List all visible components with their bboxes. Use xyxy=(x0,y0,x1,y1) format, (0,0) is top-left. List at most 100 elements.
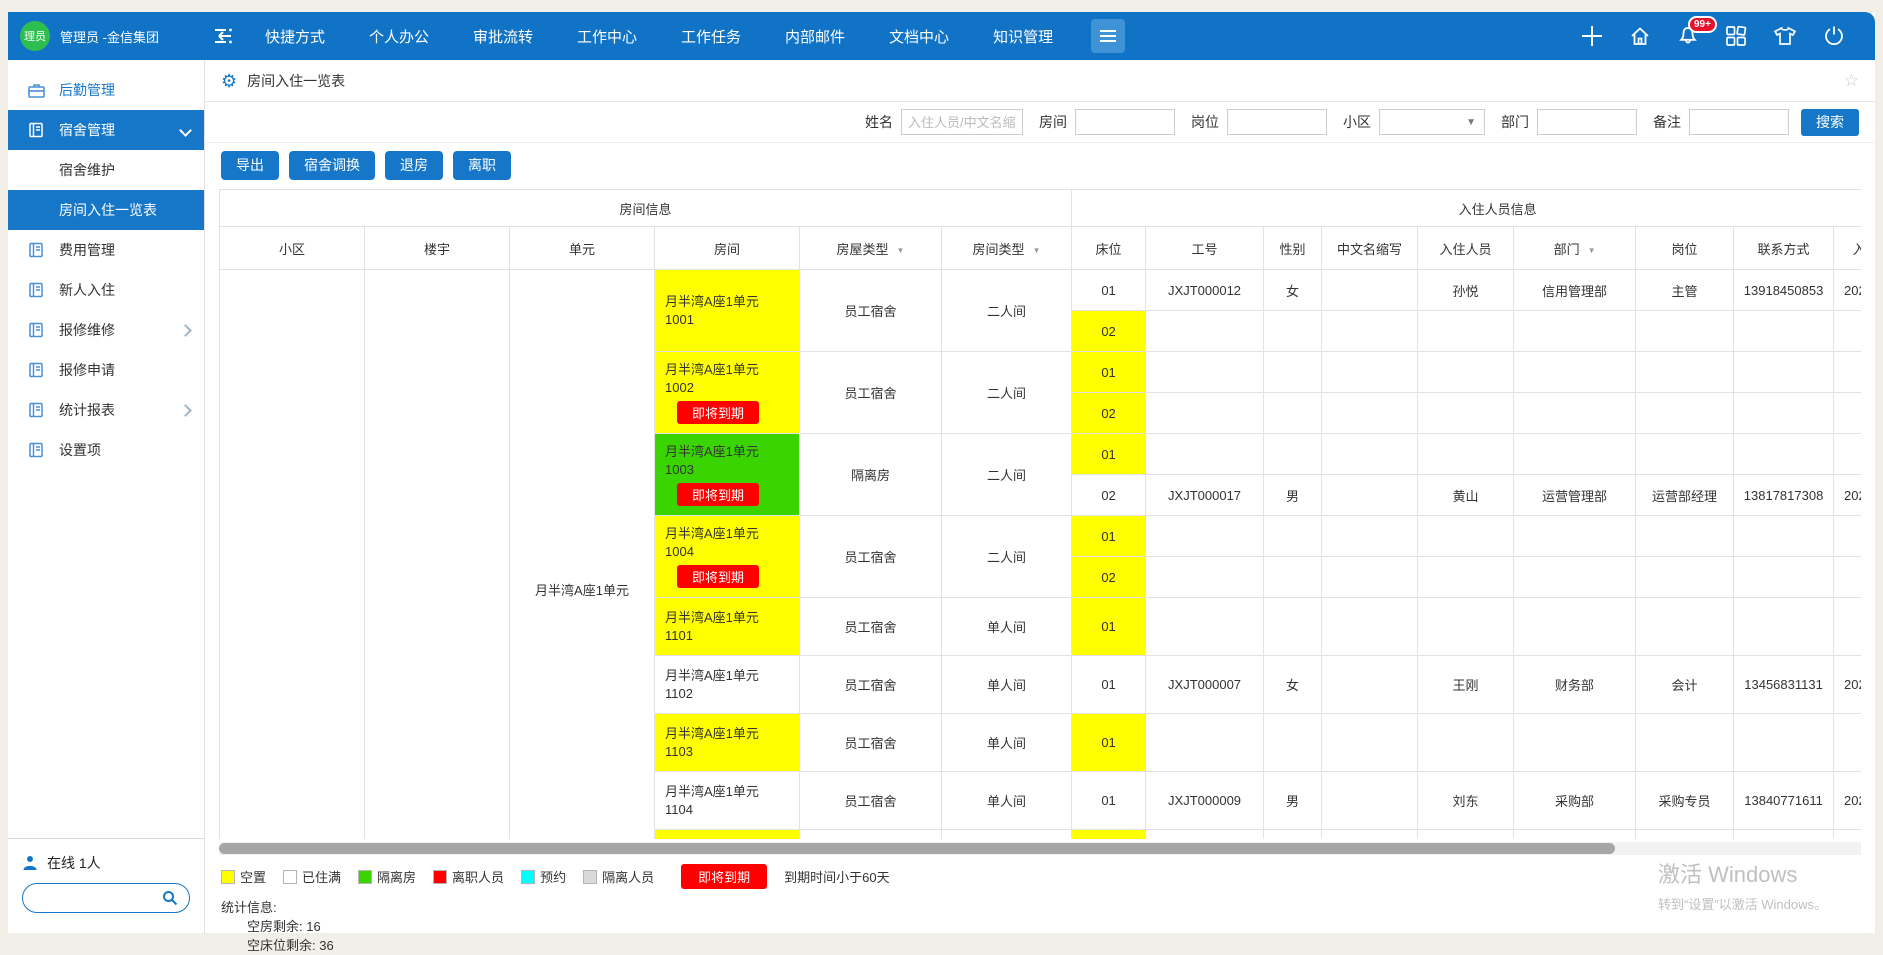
column-header-11[interactable]: 部门▼ xyxy=(1514,227,1636,270)
remark-filter-input[interactable] xyxy=(1689,109,1789,135)
column-header-3[interactable]: 房间 xyxy=(655,227,800,270)
cell-bed: 02 xyxy=(1072,475,1146,516)
cell-emp-name: 刘东 xyxy=(1418,772,1514,830)
plus-icon[interactable] xyxy=(1581,25,1603,47)
sidebar-item-3[interactable]: 房间入住一览表 xyxy=(8,190,204,230)
cell-emp-id: JXJT000007 xyxy=(1146,656,1264,714)
cell-emp-name xyxy=(1418,557,1514,598)
cell-phone xyxy=(1734,434,1834,475)
sidebar-item-2[interactable]: 宿舍维护 xyxy=(8,150,204,190)
search-button[interactable]: 搜索 xyxy=(1801,109,1859,136)
column-header-4[interactable]: 房屋类型▼ xyxy=(800,227,942,270)
sidebar-item-9[interactable]: 设置项 xyxy=(8,430,204,470)
column-header-10[interactable]: 入住人员 xyxy=(1418,227,1514,270)
theme-shirt-icon[interactable] xyxy=(1773,26,1797,46)
cell-gender: 男 xyxy=(1264,772,1322,830)
sidebar-item-4[interactable]: 费用管理 xyxy=(8,230,204,270)
column-header-7[interactable]: 工号 xyxy=(1146,227,1264,270)
room-name: 月半湾A座1单元 xyxy=(665,783,789,801)
sidebar-search-input[interactable] xyxy=(34,890,162,907)
column-header-12[interactable]: 岗位 xyxy=(1636,227,1734,270)
legend-item-1: 已住满 xyxy=(283,867,341,886)
nav-item-0[interactable]: 快捷方式 xyxy=(265,26,325,47)
horizontal-scrollbar[interactable] xyxy=(219,842,1861,855)
chevron-right-icon xyxy=(179,324,192,337)
legend-label: 隔离人员 xyxy=(602,867,654,886)
watermark-line1: 激活 Windows xyxy=(1658,857,1827,889)
collapse-menu-icon[interactable] xyxy=(211,26,235,46)
nav-item-4[interactable]: 工作任务 xyxy=(681,26,741,47)
action-button-3[interactable]: 离职 xyxy=(453,151,511,180)
cell-dept xyxy=(1514,516,1636,557)
nav-item-7[interactable]: 知识管理 xyxy=(993,26,1053,47)
cell-checkin xyxy=(1834,557,1861,598)
power-icon[interactable] xyxy=(1823,25,1845,47)
table-header-row: 小区楼宇单元房间房屋类型▼房间类型▼床位工号性别中文名缩写入住人员部门▼岗位联系… xyxy=(220,227,1862,270)
cell-abbr xyxy=(1322,516,1418,557)
sort-caret-icon[interactable]: ▼ xyxy=(1588,246,1596,255)
column-header-5[interactable]: 房间类型▼ xyxy=(942,227,1072,270)
cell-dept xyxy=(1514,714,1636,772)
sidebar-menu: 后勤管理宿舍管理宿舍维护房间入住一览表费用管理新人入住报修维修报修申请统计报表设… xyxy=(8,60,204,838)
apps-grid-icon[interactable] xyxy=(1725,25,1747,47)
room-number: 1102 xyxy=(665,685,789,703)
sidebar-item-7[interactable]: 报修申请 xyxy=(8,350,204,390)
sidebar-item-0[interactable]: 后勤管理 xyxy=(8,70,204,110)
sort-caret-icon[interactable]: ▼ xyxy=(897,246,905,255)
cell-emp-name xyxy=(1418,434,1514,475)
action-button-1[interactable]: 宿舍调换 xyxy=(289,151,375,180)
cell-gender xyxy=(1264,516,1322,557)
cell-house-type: 员工宿舍 xyxy=(800,714,942,772)
topbar-icons: 99+ xyxy=(1581,25,1875,47)
cell-house-type: 员工宿舍 xyxy=(800,516,942,598)
cell-emp-name xyxy=(1418,516,1514,557)
nav-item-5[interactable]: 内部邮件 xyxy=(785,26,845,47)
notifications-bell-icon[interactable]: 99+ xyxy=(1677,25,1699,47)
room-filter-input[interactable] xyxy=(1075,109,1175,135)
action-button-2[interactable]: 退房 xyxy=(385,151,443,180)
sidebar-item-5[interactable]: 新人入住 xyxy=(8,270,204,310)
dept-filter-input[interactable] xyxy=(1537,109,1637,135)
action-button-0[interactable]: 导出 xyxy=(221,151,279,180)
sort-caret-icon[interactable]: ▼ xyxy=(1033,246,1041,255)
windows-watermark: 激活 Windows 转到“设置”以激活 Windows。 xyxy=(1658,857,1827,913)
cell-dept: 运营管理部 xyxy=(1514,475,1636,516)
room-cell: 月半湾A座1单元1103 xyxy=(655,714,800,772)
favorite-star-icon[interactable]: ☆ xyxy=(1844,71,1859,91)
nav-item-2[interactable]: 审批流转 xyxy=(473,26,533,47)
cell-room-type: 单人间 xyxy=(942,714,1072,772)
post-filter-input[interactable] xyxy=(1227,109,1327,135)
nav-item-1[interactable]: 个人办公 xyxy=(369,26,429,47)
community-filter-select[interactable]: ▼ xyxy=(1379,109,1485,135)
column-header-1[interactable]: 楼宇 xyxy=(365,227,510,270)
avatar[interactable]: 理员 xyxy=(20,21,50,51)
sidebar-item-8[interactable]: 统计报表 xyxy=(8,390,204,430)
cell-gender xyxy=(1264,434,1322,475)
sidebar-item-6[interactable]: 报修维修 xyxy=(8,310,204,350)
column-header-0[interactable]: 小区 xyxy=(220,227,365,270)
column-header-14[interactable]: 入住时间 xyxy=(1834,227,1861,270)
cell-post xyxy=(1636,393,1734,434)
sidebar-item-1[interactable]: 宿舍管理 xyxy=(8,110,204,150)
column-header-8[interactable]: 性别 xyxy=(1264,227,1322,270)
scrollbar-thumb[interactable] xyxy=(219,843,1615,854)
sidebar-search[interactable] xyxy=(22,883,190,913)
column-header-6[interactable]: 床位 xyxy=(1072,227,1146,270)
nav-item-3[interactable]: 工作中心 xyxy=(577,26,637,47)
dept-filter-label: 部门 xyxy=(1501,112,1529,132)
cell-bed: 01 xyxy=(1072,516,1146,557)
nav-item-6[interactable]: 文档中心 xyxy=(889,26,949,47)
nav-more-button[interactable] xyxy=(1091,19,1125,53)
home-icon[interactable] xyxy=(1629,25,1651,47)
cell-emp-id xyxy=(1146,434,1264,475)
cell-emp-name xyxy=(1418,393,1514,434)
cell-emp-id xyxy=(1146,352,1264,393)
column-header-13[interactable]: 联系方式 xyxy=(1734,227,1834,270)
name-filter-input[interactable] xyxy=(901,109,1023,135)
search-icon[interactable] xyxy=(162,890,178,906)
cell-gender xyxy=(1264,557,1322,598)
cell-phone xyxy=(1734,393,1834,434)
column-header-9[interactable]: 中文名缩写 xyxy=(1322,227,1418,270)
column-header-2[interactable]: 单元 xyxy=(510,227,655,270)
cell-community xyxy=(220,270,365,840)
